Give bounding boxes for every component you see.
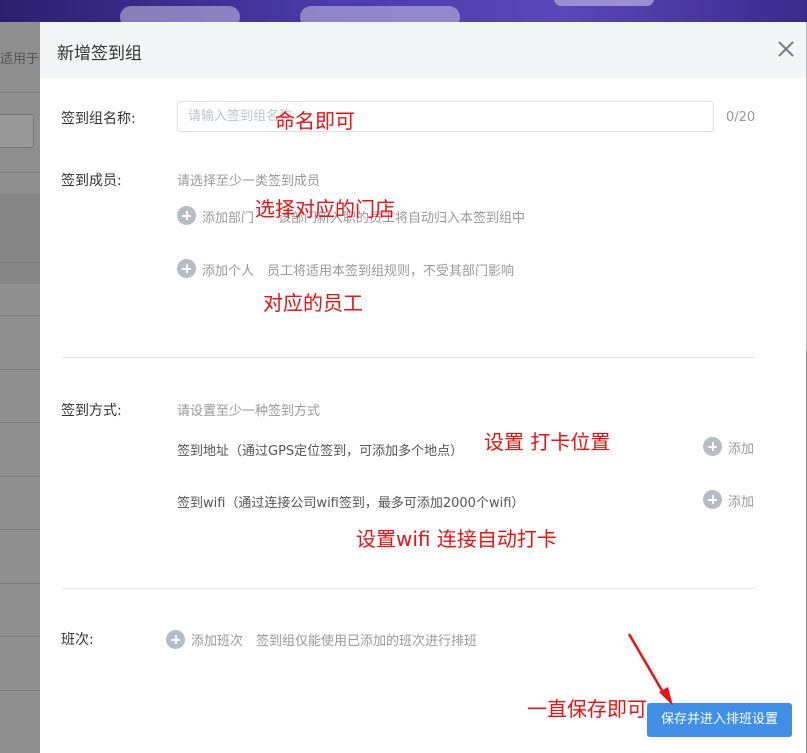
- members-hint: 请选择至少一类签到成员: [177, 174, 321, 189]
- new-checkin-group-dialog: 新增签到组 签到组名称: 0/20 签到成员: 请选择至少一类签到成员 添加部门…: [40, 22, 806, 753]
- annotation-save: 一直保存即可: [527, 697, 647, 721]
- shift-desc: 签到组仅能使用已添加的班次进行排班: [256, 634, 478, 649]
- add-department-button[interactable]: 添加部门: [202, 207, 254, 226]
- group-name-input[interactable]: [177, 101, 714, 132]
- annotation-location: 设置 打卡位置: [484, 430, 611, 454]
- add-shift-button[interactable]: 添加班次: [191, 630, 243, 649]
- char-counter: 0/20: [726, 110, 756, 125]
- checkin-wifi-text: 签到wifi（通过连接公司wifi签到，最多可添加2000个wifi）: [177, 496, 525, 511]
- add-wifi-plus-icon[interactable]: [703, 490, 722, 509]
- annotation-name: 命名即可: [275, 109, 355, 133]
- annotation-store: 选择对应的门店: [255, 197, 395, 221]
- background-divider: [0, 529, 40, 530]
- section-divider: [62, 357, 755, 358]
- background-panel: [0, 194, 40, 284]
- background-divider: [0, 690, 40, 691]
- background-divider: [0, 583, 40, 584]
- add-wifi-button[interactable]: 添加: [728, 491, 754, 510]
- add-person-plus-icon[interactable]: [177, 259, 196, 278]
- add-person-desc: 员工将适用本签到组规则，不受其部门影响: [267, 264, 515, 279]
- dialog-title: 新增签到组: [57, 44, 142, 64]
- shift-label: 班次:: [61, 632, 94, 648]
- close-icon[interactable]: [776, 39, 796, 59]
- background-divider: [0, 172, 40, 173]
- top-banner: [0, 0, 807, 28]
- section-divider: [62, 588, 755, 589]
- background-divider: [0, 422, 40, 423]
- checkin-address-text: 签到地址（通过GPS定位签到，可添加多个地点）: [177, 444, 464, 459]
- method-hint: 请设置至少一种签到方式: [177, 404, 321, 419]
- background-divider: [0, 262, 40, 263]
- background-input: [0, 114, 34, 148]
- add-person-button[interactable]: 添加个人: [202, 260, 254, 279]
- annotation-staff: 对应的员工: [263, 291, 363, 315]
- background-divider: [0, 476, 40, 477]
- background-divider: [0, 92, 40, 93]
- method-label: 签到方式:: [61, 403, 122, 419]
- background-divider: [0, 636, 40, 637]
- save-and-schedule-button[interactable]: 保存并进入排班设置: [647, 703, 792, 737]
- add-address-plus-icon[interactable]: [703, 437, 722, 456]
- members-label: 签到成员:: [61, 173, 122, 189]
- dialog-header: 新增签到组: [40, 22, 806, 78]
- add-shift-plus-icon[interactable]: [166, 630, 185, 649]
- banner-pill: [554, 0, 654, 6]
- add-address-button[interactable]: 添加: [728, 438, 754, 457]
- background-divider: [0, 369, 40, 370]
- group-name-label: 签到组名称:: [61, 111, 136, 127]
- add-department-plus-icon[interactable]: [177, 206, 196, 225]
- annotation-wifi: 设置wifi 连接自动打卡: [356, 527, 557, 551]
- background-divider: [0, 315, 40, 316]
